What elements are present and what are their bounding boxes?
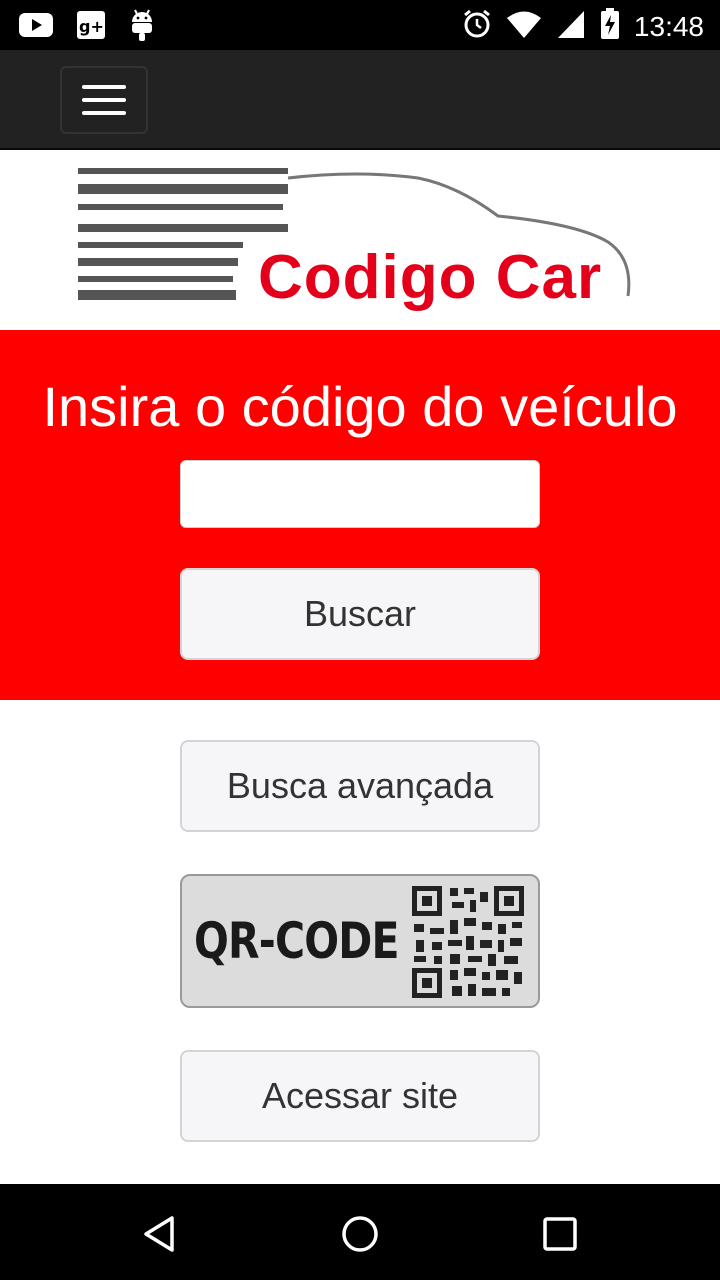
qr-code-label: QR-CODE <box>194 912 400 970</box>
vehicle-code-search-section: Insira o código do veículo Buscar <box>0 330 720 700</box>
status-bar: g+ 13:48 <box>0 0 720 50</box>
recents-icon[interactable] <box>540 1214 580 1254</box>
qr-code-button[interactable]: QR-CODE <box>180 874 540 1008</box>
google-plus-icon: g+ <box>76 10 106 45</box>
menu-bar-line <box>82 85 126 89</box>
search-button[interactable]: Buscar <box>180 568 540 660</box>
youtube-icon <box>18 10 54 45</box>
system-navigation-bar <box>0 1184 720 1280</box>
vehicle-code-input[interactable] <box>180 460 540 528</box>
wifi-icon <box>506 9 542 44</box>
qr-code-icon <box>410 884 526 1000</box>
clock-time: 13:48 <box>633 10 704 42</box>
signal-icon <box>556 9 586 44</box>
search-heading: Insira o código do veículo <box>42 375 678 438</box>
home-icon[interactable] <box>340 1214 380 1254</box>
logo-banner: Codigo Car <box>0 152 720 330</box>
android-icon <box>128 8 156 47</box>
visit-site-button[interactable]: Acessar site <box>180 1050 540 1142</box>
codigo-car-logo[interactable]: Codigo Car <box>78 164 638 320</box>
back-icon[interactable] <box>140 1214 180 1254</box>
alarm-icon <box>462 9 492 44</box>
battery-charging-icon <box>600 8 620 45</box>
top-navbar <box>0 50 720 150</box>
svg-text:g+: g+ <box>79 17 104 36</box>
hamburger-menu-button[interactable] <box>60 66 148 134</box>
menu-bar-line <box>82 98 126 102</box>
menu-bar-line <box>82 111 126 115</box>
logo-text: Codigo Car <box>258 243 603 312</box>
advanced-search-button[interactable]: Busca avançada <box>180 740 540 832</box>
